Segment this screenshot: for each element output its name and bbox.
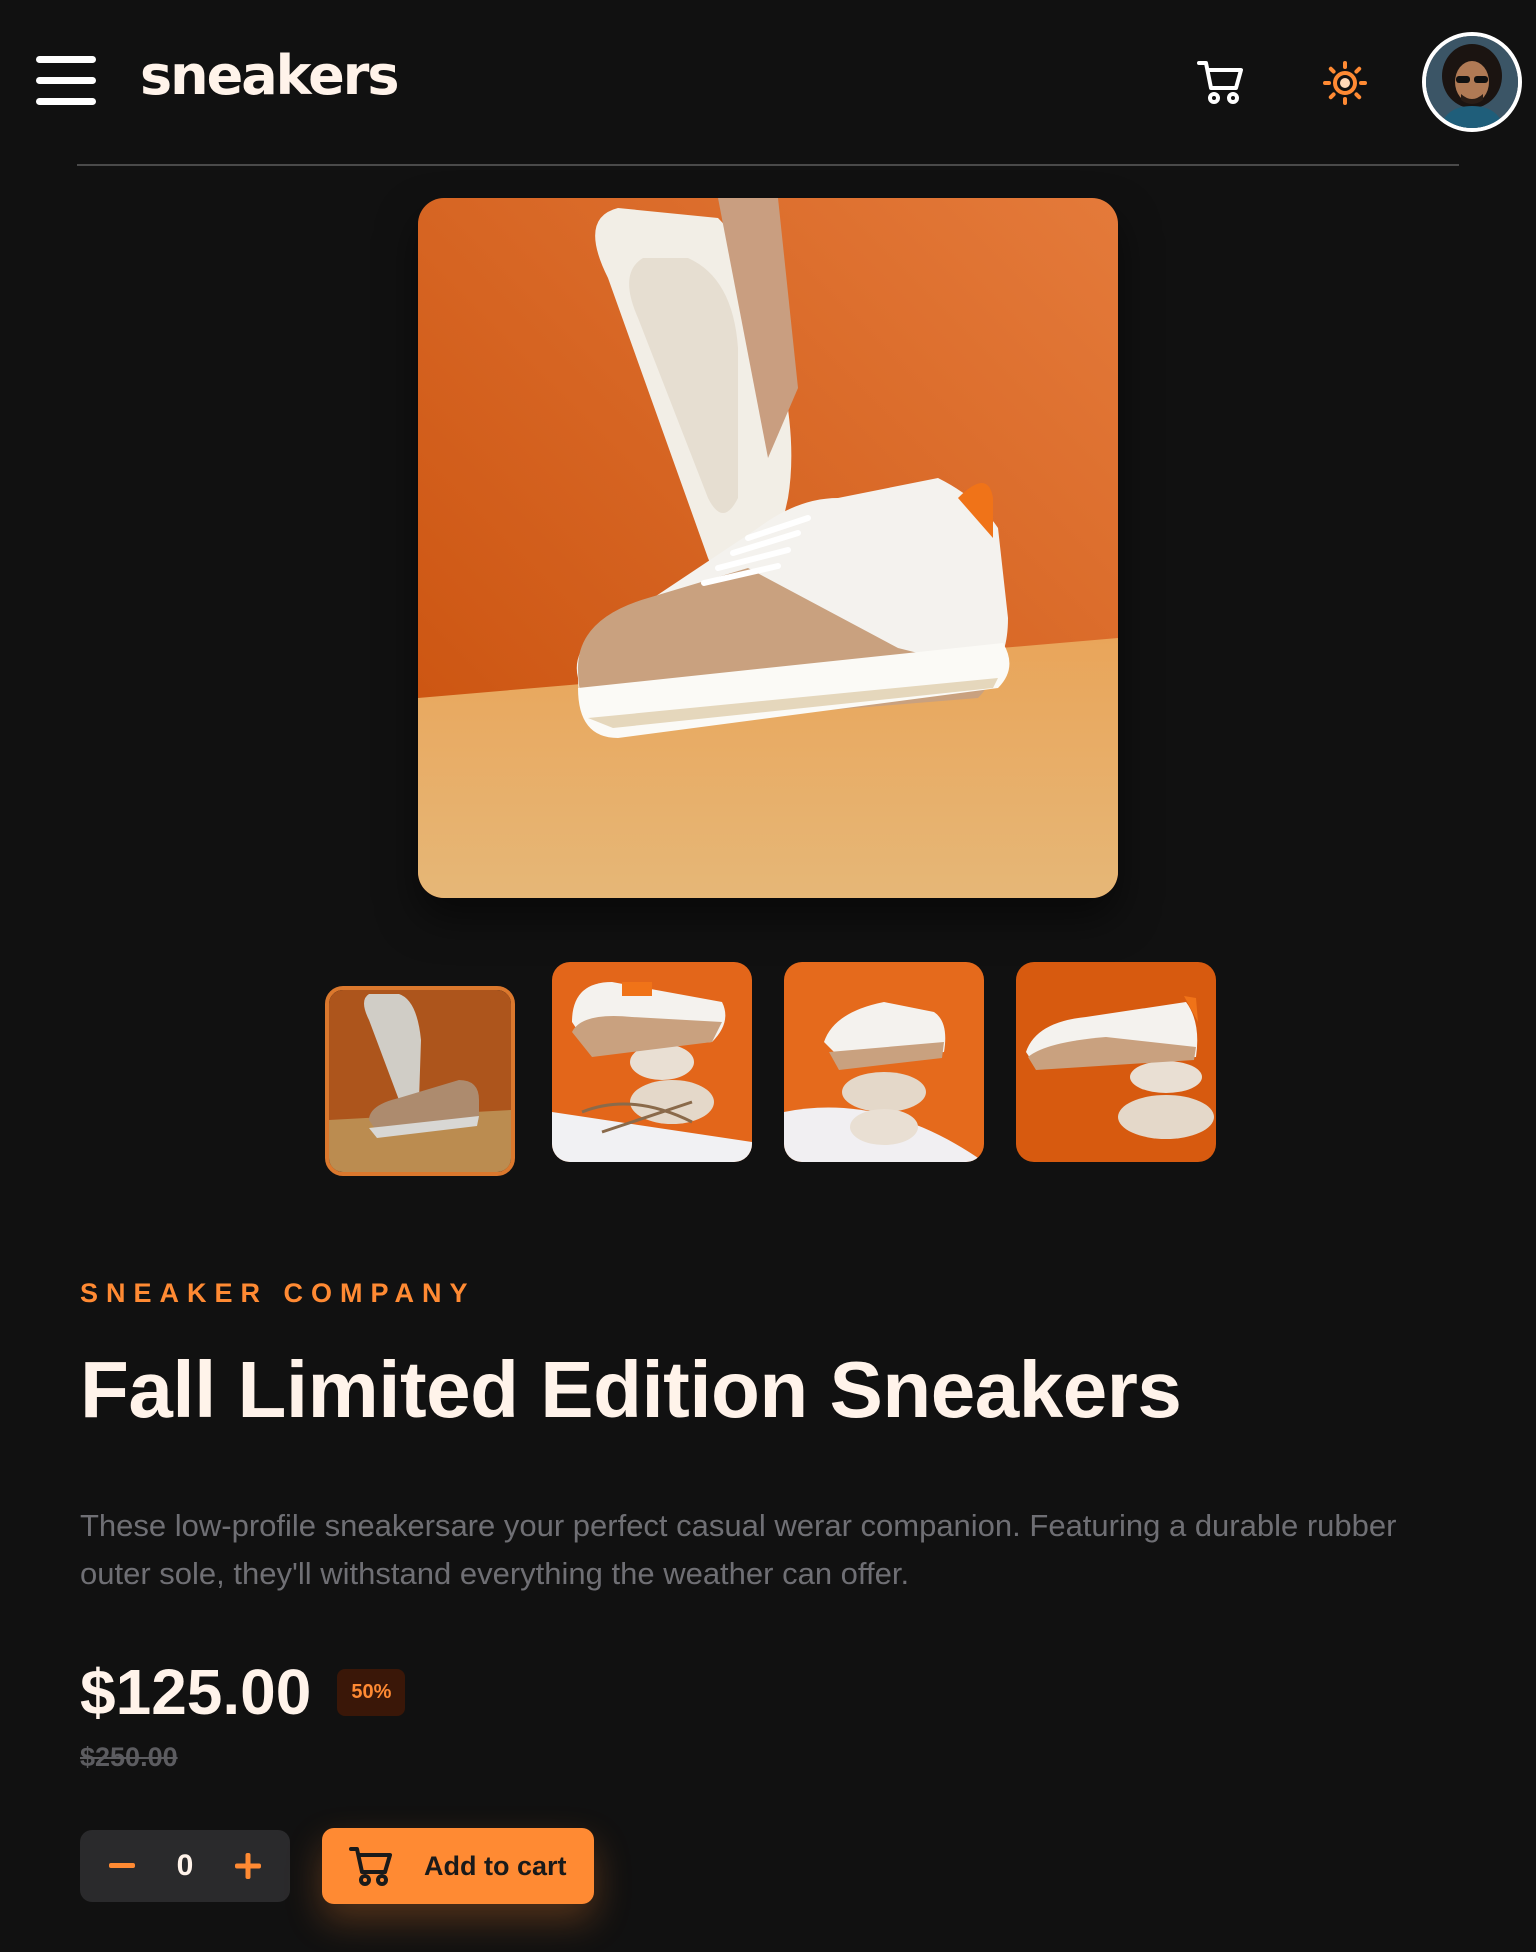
logo[interactable]: sneakers: [140, 44, 400, 107]
add-to-cart-button[interactable]: Add to cart: [322, 1828, 594, 1904]
sneaker-main-photo[interactable]: [418, 198, 1118, 898]
site-header: sneakers: [0, 0, 1536, 166]
product-title: Fall Limited Edition Sneakers: [80, 1345, 1182, 1434]
company-label: SNEAKER COMPANY: [80, 1278, 476, 1308]
thumbnail-3[interactable]: [784, 962, 984, 1162]
minus-icon[interactable]: [104, 1848, 140, 1884]
cart-icon: [349, 1847, 392, 1886]
menu-icon[interactable]: [36, 56, 96, 106]
cart-icon[interactable]: [1190, 54, 1252, 110]
sun-icon[interactable]: [1316, 54, 1374, 112]
header-divider: [77, 164, 1459, 166]
add-to-cart-label: Add to cart: [424, 1850, 567, 1881]
thumbnail-2[interactable]: [552, 962, 752, 1162]
quantity-value: 0: [176, 1849, 194, 1882]
quantity-stepper: 0: [80, 1830, 290, 1902]
current-price: $125.00: [80, 1656, 312, 1728]
plus-icon[interactable]: [230, 1848, 266, 1884]
thumbnail-1[interactable]: [325, 986, 515, 1176]
original-price: $250.00: [80, 1742, 178, 1772]
discount-badge: 50%: [337, 1668, 406, 1716]
price-row: $125.00 50%: [80, 1652, 406, 1732]
avatar[interactable]: [1422, 32, 1522, 132]
thumbnail-4[interactable]: [1016, 962, 1216, 1162]
product-description: These low-profile sneakersare your perfe…: [80, 1508, 1397, 1591]
